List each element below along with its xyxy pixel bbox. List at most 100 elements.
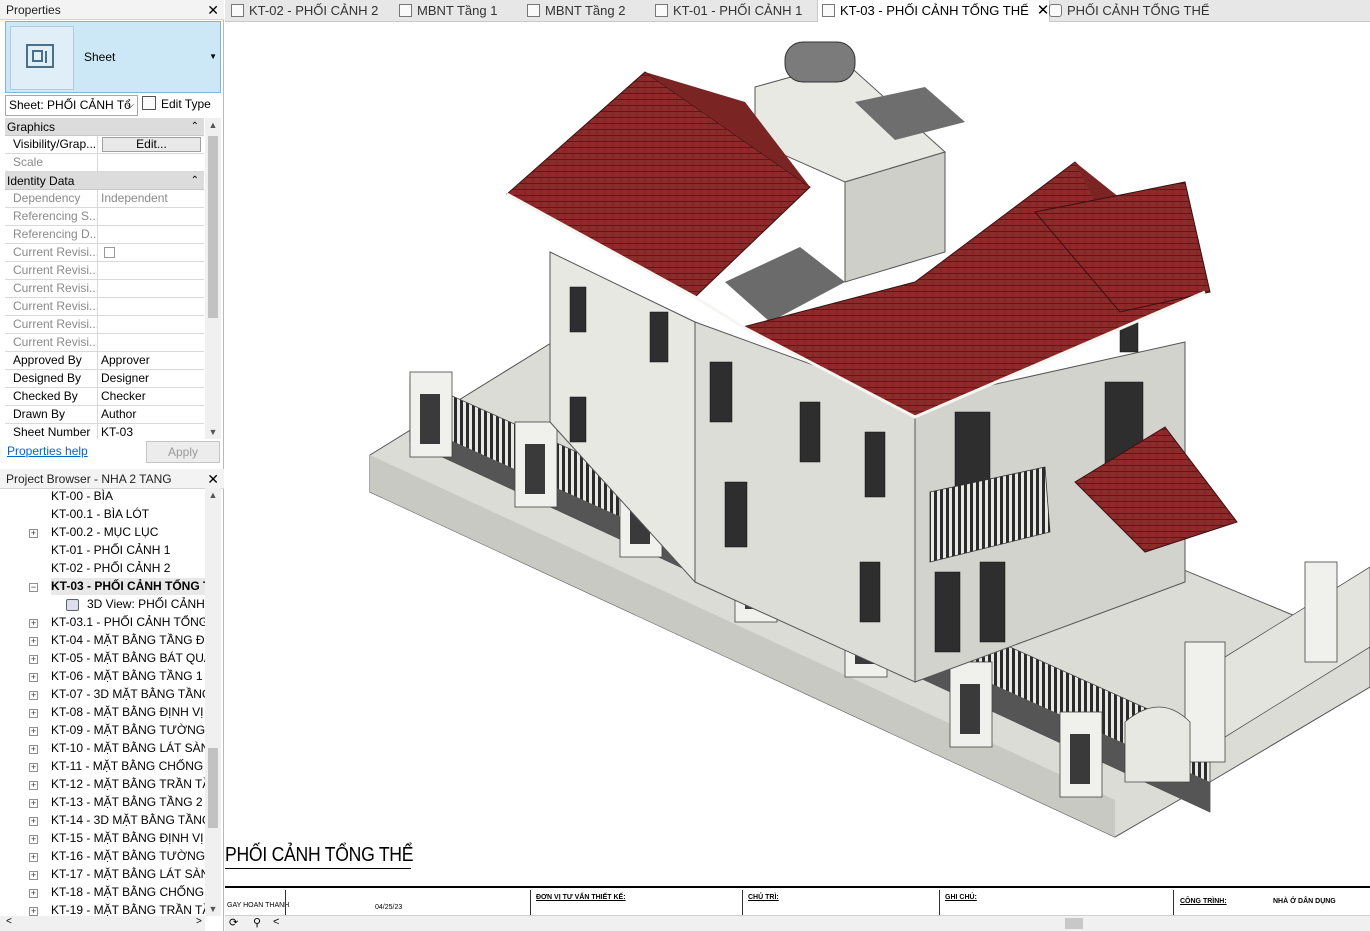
expand-icon[interactable]: + — [29, 817, 38, 826]
scroll-thumb[interactable] — [208, 136, 218, 318]
expand-icon[interactable]: + — [29, 889, 38, 898]
group-identity[interactable]: Identity Data ⌃ — [5, 172, 204, 190]
tree-item[interactable]: + KT-07 - 3D MẶT BẰNG TẦNG — [0, 686, 205, 704]
tree-item-label: KT-17 - MẶT BẰNG LÁT SÀN — [51, 867, 205, 881]
expand-icon[interactable]: + — [29, 673, 38, 682]
prop-value[interactable]: KT-03 — [98, 424, 204, 439]
scroll-up-icon[interactable]: ▲ — [205, 490, 221, 500]
browser-close-icon[interactable]: ✕ — [207, 469, 219, 489]
tree-item-label: KT-08 - MẶT BẰNG ĐỊNH VỊ C — [51, 705, 205, 719]
titleblock-field: GHI CHÚ: — [945, 894, 977, 901]
tree-item[interactable]: + KT-19 - MẶT BẰNG TRẦN TẦ — [0, 902, 205, 916]
edit-type-button[interactable]: Edit Type — [142, 95, 220, 116]
expand-icon[interactable]: + — [29, 655, 38, 664]
expand-icon[interactable]: + — [29, 907, 38, 916]
instance-selector[interactable]: Sheet: PHỐI CẢNH Tổ ⌵ — [5, 95, 138, 116]
tree-item[interactable]: + KT-08 - MẶT BẰNG ĐỊNH VỊ C — [0, 704, 205, 722]
collapse-icon[interactable]: ⌃ — [191, 118, 199, 136]
expand-icon[interactable]: + — [29, 619, 38, 628]
visibility-edit-button[interactable]: Edit... — [102, 137, 201, 152]
tab-mbnt-tang1[interactable]: MBNT Tầng 1 — [395, 0, 497, 22]
prop-value[interactable]: Checker — [98, 388, 204, 405]
expand-icon[interactable]: + — [29, 745, 38, 754]
tree-item[interactable]: KT-02 - PHỐI CẢNH 2 — [0, 560, 205, 578]
tree-item[interactable]: + KT-11 - MẶT BẰNG CHỐNG T — [0, 758, 205, 776]
prop-value[interactable]: Author — [98, 406, 204, 423]
tree-item[interactable]: + KT-12 - MẶT BẰNG TRẦN TẦ — [0, 776, 205, 794]
tree-item-label: KT-05 - MẶT BẰNG BÁT QUÁI — [51, 651, 205, 665]
divider — [742, 890, 743, 915]
tree-item[interactable]: + KT-15 - MẶT BẰNG ĐỊNH VỊ C — [0, 830, 205, 848]
tree-item[interactable]: KT-01 - PHỐI CẢNH 1 — [0, 542, 205, 560]
tree-item[interactable]: + KT-10 - MẶT BẰNG LÁT SÀN — [0, 740, 205, 758]
tab-kt02[interactable]: KT-02 - PHỐI CẢNH 2 — [227, 0, 378, 22]
tab-3d-view[interactable]: PHỐI CẢNH TỔNG THỂ — [1045, 0, 1210, 22]
prop-row-designed-by[interactable]: Designed By Designer — [5, 370, 204, 388]
tree-item[interactable]: − KT-03 - PHỐI CẢNH TỔNG T — [0, 578, 205, 596]
tab-mbnt-tang2[interactable]: MBNT Tầng 2 — [523, 0, 625, 22]
type-dropdown-icon[interactable]: ▼ — [209, 52, 217, 61]
expand-icon[interactable]: + — [29, 709, 38, 718]
prop-row-sheet-number[interactable]: Sheet Number KT-03 — [5, 424, 204, 439]
collapse-icon[interactable]: − — [29, 583, 38, 592]
prop-row-drawn-by[interactable]: Drawn By Author — [5, 406, 204, 424]
scroll-thumb[interactable] — [1065, 918, 1083, 929]
expand-icon[interactable]: + — [29, 727, 38, 736]
expand-icon[interactable]: + — [29, 637, 38, 646]
prop-value[interactable]: Designer — [98, 370, 204, 387]
prop-key: Current Revisi... — [5, 244, 98, 261]
checkbox[interactable] — [104, 247, 115, 258]
divider — [1173, 890, 1174, 915]
tree-item[interactable]: + KT-13 - MẶT BẰNG TẦNG 2 — [0, 794, 205, 812]
tree-item[interactable]: KT-00.1 - BÌA LÓT — [0, 506, 205, 524]
prop-row-checked-by[interactable]: Checked By Checker — [5, 388, 204, 406]
tree-item[interactable]: + KT-09 - MẶT BẰNG TƯỜNG X — [0, 722, 205, 740]
scroll-left-icon[interactable]: < — [273, 916, 279, 928]
tree-item[interactable]: + KT-17 - MẶT BẰNG LÁT SÀN — [0, 866, 205, 884]
tree-item[interactable]: + KT-03.1 - PHỐI CẢNH TỔNG — [0, 614, 205, 632]
tree-item[interactable]: + KT-16 - MẶT BẰNG TƯỜNG X — [0, 848, 205, 866]
properties-help-link[interactable]: Properties help — [7, 444, 88, 458]
expand-icon[interactable]: + — [29, 763, 38, 772]
tree-item[interactable]: + KT-04 - MẶT BẰNG TẦNG ĐỊN — [0, 632, 205, 650]
properties-scrollbar[interactable]: ▲ ▼ — [205, 118, 221, 439]
expand-icon[interactable]: + — [29, 691, 38, 700]
prop-key: Current Revisi... — [5, 262, 98, 279]
tree-item[interactable]: 3D View: PHỐI CẢNH T — [0, 596, 205, 614]
expand-icon[interactable]: + — [29, 835, 38, 844]
group-graphics[interactable]: Graphics ⌃ — [5, 118, 204, 136]
tab-kt03-active[interactable]: KT-03 - PHỐI CẢNH TỔNG THỂ ✕ — [817, 0, 1051, 23]
expand-icon[interactable]: + — [29, 799, 38, 808]
expand-icon[interactable]: + — [29, 781, 38, 790]
scroll-right-icon[interactable]: > — [196, 916, 202, 927]
tree-item[interactable]: + KT-00.2 - MỤC LỤC — [0, 524, 205, 542]
scroll-left-icon[interactable]: < — [6, 916, 12, 927]
browser-horizontal-scrollbar[interactable]: < > — [0, 916, 205, 931]
browser-scrollbar[interactable]: ▲ ▼ — [205, 488, 221, 916]
scroll-up-icon[interactable]: ▲ — [205, 120, 221, 130]
type-selector[interactable]: Sheet ▼ — [5, 21, 221, 93]
tree-item[interactable]: + KT-06 - MẶT BẰNG TẦNG 1 — [0, 668, 205, 686]
prop-row-approved-by[interactable]: Approved By Approver — [5, 352, 204, 370]
prop-value[interactable]: Approver — [98, 352, 204, 369]
browser-title-bar: Project Browser - NHA 2 TANG ✕ — [0, 469, 224, 489]
drawing-canvas[interactable]: PHỐI CẢNH TỔNG THỂ GAY HOAN THANH 04/25/… — [225, 22, 1370, 915]
prop-key: Checked By — [5, 388, 98, 405]
properties-close-icon[interactable]: ✕ — [207, 0, 219, 20]
pin-icon[interactable]: ⚲ — [253, 916, 261, 929]
tree-item[interactable]: + KT-05 - MẶT BẰNG BÁT QUÁI — [0, 650, 205, 668]
tab-kt01[interactable]: KT-01 - PHỐI CẢNH 1 — [651, 0, 802, 22]
apply-button[interactable]: Apply — [146, 441, 220, 463]
scroll-down-icon[interactable]: ▼ — [205, 427, 221, 437]
tree-item[interactable]: KT-00 - BÌA — [0, 488, 205, 506]
expand-icon[interactable]: + — [29, 529, 38, 538]
tree-item-label: KT-04 - MẶT BẰNG TẦNG ĐỊN — [51, 633, 205, 647]
view-control-icon[interactable]: ⟳ — [229, 916, 238, 929]
tree-item[interactable]: + KT-14 - 3D MẶT BẰNG TẦNG — [0, 812, 205, 830]
scroll-down-icon[interactable]: ▼ — [205, 904, 221, 914]
expand-icon[interactable]: + — [29, 853, 38, 862]
collapse-icon[interactable]: ⌃ — [191, 172, 199, 190]
expand-icon[interactable]: + — [29, 871, 38, 880]
scroll-thumb[interactable] — [208, 748, 218, 828]
tree-item[interactable]: + KT-18 - MẶT BẰNG CHỐNG T — [0, 884, 205, 902]
